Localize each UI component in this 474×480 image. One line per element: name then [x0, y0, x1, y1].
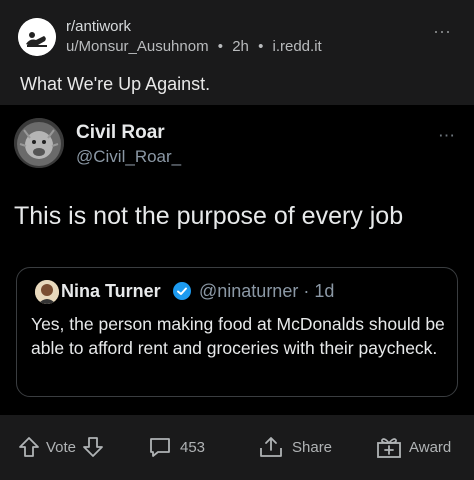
- award-label: Award: [409, 438, 452, 456]
- post-meta: u/Monsur_Ausuhnom • 2h • i.redd.it: [66, 38, 327, 55]
- subreddit-avatar[interactable]: [18, 18, 56, 56]
- verified-badge-icon: [173, 282, 191, 300]
- comments-count: 453: [180, 438, 206, 456]
- subreddit-name[interactable]: r/antiwork: [66, 18, 131, 35]
- vote-label: Vote: [46, 438, 77, 456]
- award-icon: [377, 438, 401, 458]
- quoted-text: Yes, the person making food at McDonalds…: [31, 314, 445, 358]
- post-header: r/antiwork u/Monsur_Ausuhnom • 2h • i.re…: [0, 0, 474, 105]
- upvote-icon[interactable]: [18, 436, 40, 458]
- action-bar: Vote 453 Share Award: [0, 415, 474, 480]
- vote-group: Vote: [18, 434, 104, 460]
- post-title[interactable]: What We're Up Against.: [20, 74, 210, 95]
- award-button[interactable]: Award: [376, 434, 451, 460]
- comment-icon: [150, 438, 170, 457]
- quoted-author-name: Nina Turner: [61, 281, 161, 301]
- tweet-more-icon: ⋯: [438, 126, 456, 145]
- share-button[interactable]: Share: [258, 434, 332, 460]
- downvote-icon[interactable]: [82, 436, 104, 458]
- post-age: 2h: [232, 38, 249, 55]
- meta-separator: •: [217, 38, 224, 55]
- share-icon: [260, 437, 282, 457]
- tweet-text: This is not the purpose of every job: [14, 202, 404, 230]
- post-author[interactable]: u/Monsur_Ausuhnom: [66, 38, 209, 55]
- quoted-avatar: [35, 280, 59, 304]
- meta-separator: •: [258, 38, 264, 55]
- tweet-avatar: [14, 118, 64, 168]
- quoted-tweet: Nina Turner @ninaturner · 1d Yes, the pe…: [16, 267, 458, 397]
- comments-button[interactable]: 453: [148, 434, 205, 460]
- post-more-icon[interactable]: ⋯: [433, 22, 452, 43]
- tweet-author-name: Civil Roar: [76, 122, 165, 143]
- post-domain[interactable]: i.redd.it: [273, 38, 322, 55]
- share-label: Share: [292, 438, 333, 456]
- quoted-handle-age: @ninaturner · 1d: [199, 281, 335, 301]
- tweet-author-handle: @Civil_Roar_: [76, 147, 182, 166]
